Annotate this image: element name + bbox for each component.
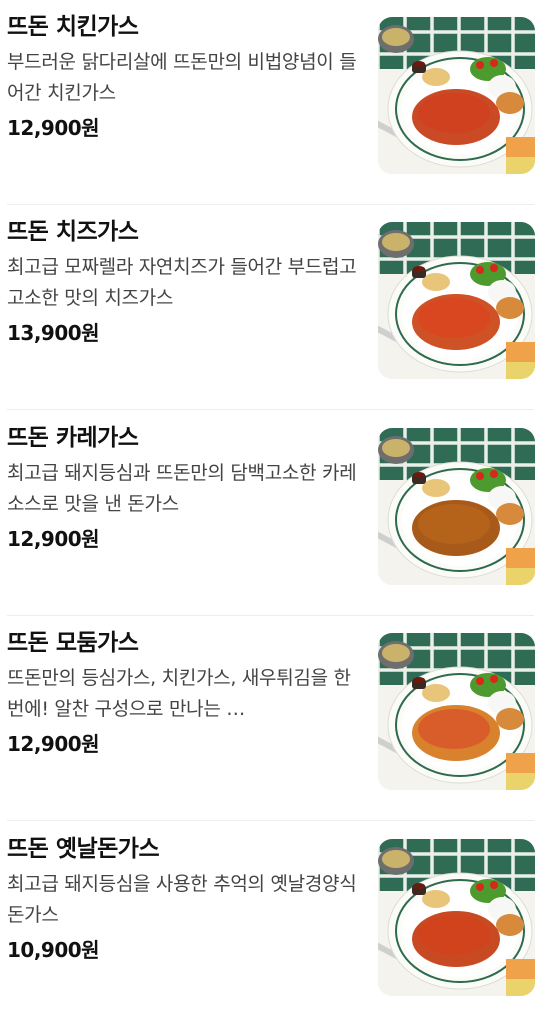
menu-item-name: 뜨돈 모둠가스 <box>7 630 139 656</box>
menu-item-info: 뜨돈 모둠가스 뜨돈만의 등심가스, 치킨가스, 새우튀김을 한번에! 알찬 구… <box>7 628 357 757</box>
menu-item-photo[interactable] <box>378 839 535 996</box>
menu-item-description: 최고급 모짜렐라 자연치즈가 들어간 부드럽고 고소한 맛의 치즈가스 <box>7 256 357 309</box>
food-photo-illustration <box>378 222 535 379</box>
menu-item-photo[interactable] <box>378 633 535 790</box>
menu-item-name: 뜨돈 카레가스 <box>7 425 139 451</box>
menu-item-chicken-katsu[interactable]: 뜨돈 치킨가스 부드러운 닭다리살에 뜨돈만의 비법양념이 들어간 치킨가스 1… <box>0 0 549 205</box>
menu-item-classic-katsu[interactable]: 뜨돈 옛날돈가스 최고급 돼지등심을 사용한 추억의 옛날경양식 돈가스 10,… <box>0 822 549 1018</box>
menu-list: 뜨돈 치킨가스 부드러운 닭다리살에 뜨돈만의 비법양념이 들어간 치킨가스 1… <box>0 0 549 1018</box>
menu-item-cheese-katsu[interactable]: 뜨돈 치즈가스 최고급 모짜렐라 자연치즈가 들어간 부드럽고 고소한 맛의 치… <box>0 205 549 410</box>
menu-item-description: 최고급 돼지등심과 뜨돈만의 담백고소한 카레소스로 맛을 낸 돈가스 <box>7 462 357 515</box>
menu-item-photo[interactable] <box>378 222 535 379</box>
menu-item-name: 뜨돈 치킨가스 <box>7 14 139 40</box>
menu-item-mixed-katsu[interactable]: 뜨돈 모둠가스 뜨돈만의 등심가스, 치킨가스, 새우튀김을 한번에! 알찬 구… <box>0 616 549 821</box>
menu-item-info: 뜨돈 카레가스 최고급 돼지등심과 뜨돈만의 담백고소한 카레소스로 맛을 낸 … <box>7 423 357 552</box>
divider <box>7 820 534 821</box>
menu-item-price: 12,900원 <box>7 116 100 140</box>
food-photo-illustration <box>378 428 535 585</box>
menu-item-info: 뜨돈 치킨가스 부드러운 닭다리살에 뜨돈만의 비법양념이 들어간 치킨가스 1… <box>7 12 357 141</box>
menu-item-description: 최고급 돼지등심을 사용한 추억의 옛날경양식 돈가스 <box>7 873 357 926</box>
menu-item-price: 10,900원 <box>7 938 100 962</box>
menu-item-info: 뜨돈 치즈가스 최고급 모짜렐라 자연치즈가 들어간 부드럽고 고소한 맛의 치… <box>7 217 357 346</box>
menu-item-description: 부드러운 닭다리살에 뜨돈만의 비법양념이 들어간 치킨가스 <box>7 51 357 104</box>
menu-item-price: 12,900원 <box>7 527 100 551</box>
food-photo-illustration <box>378 633 535 790</box>
menu-item-photo[interactable] <box>378 428 535 585</box>
divider <box>7 409 534 410</box>
menu-item-price: 12,900원 <box>7 732 100 756</box>
menu-item-info: 뜨돈 옛날돈가스 최고급 돼지등심을 사용한 추억의 옛날경양식 돈가스 10,… <box>7 834 357 963</box>
menu-item-name: 뜨돈 치즈가스 <box>7 219 139 245</box>
menu-item-price: 13,900원 <box>7 321 100 345</box>
menu-item-curry-katsu[interactable]: 뜨돈 카레가스 최고급 돼지등심과 뜨돈만의 담백고소한 카레소스로 맛을 낸 … <box>0 411 549 616</box>
food-photo-illustration <box>378 17 535 174</box>
food-photo-illustration <box>378 839 535 996</box>
menu-item-name: 뜨돈 옛날돈가스 <box>7 836 160 862</box>
menu-item-photo[interactable] <box>378 17 535 174</box>
menu-item-description: 뜨돈만의 등심가스, 치킨가스, 새우튀김을 한번에! 알찬 구성으로 만나는 … <box>7 667 351 720</box>
